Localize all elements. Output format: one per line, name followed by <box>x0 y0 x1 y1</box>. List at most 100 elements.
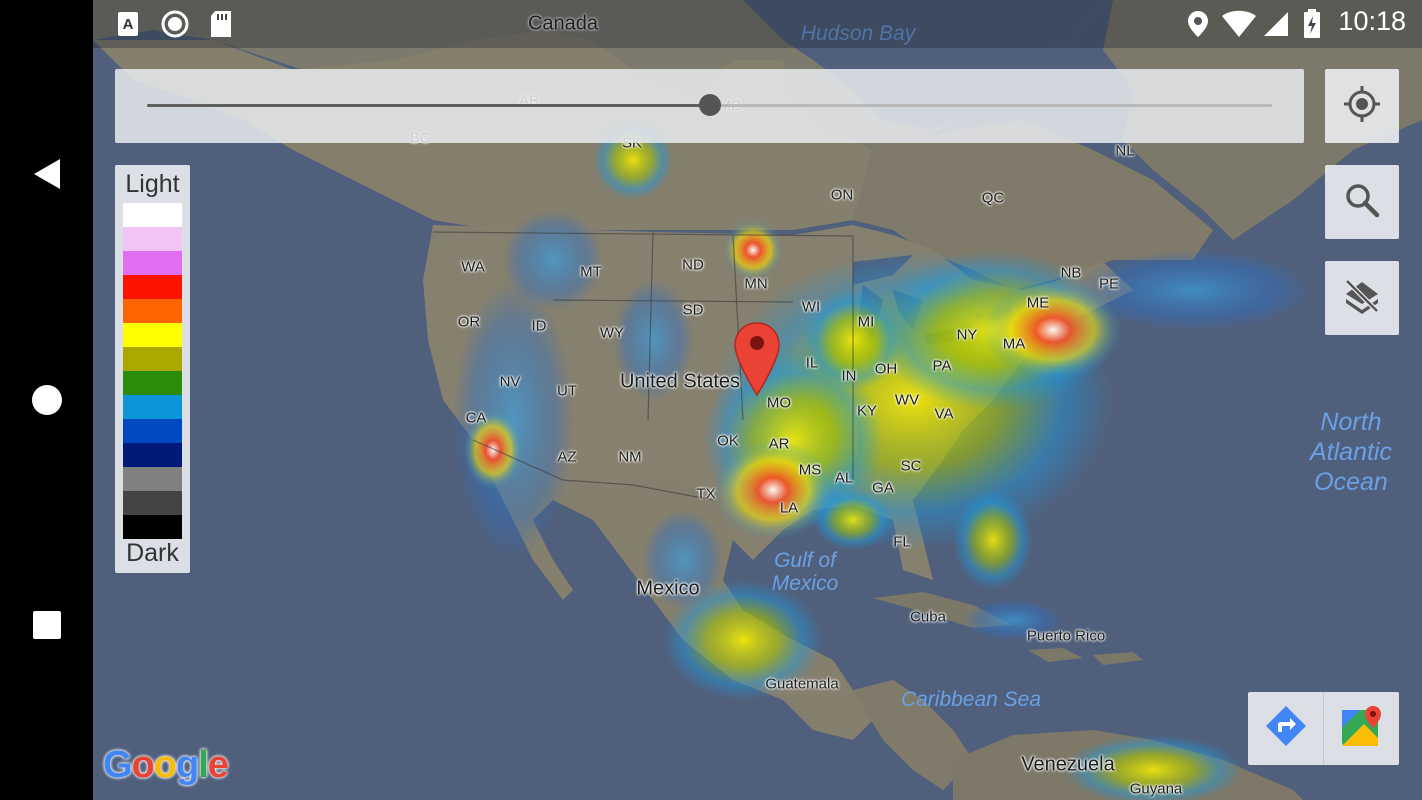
status-bar: A 10:18 <box>93 0 1422 48</box>
search-button[interactable] <box>1325 165 1399 239</box>
map-label: ND <box>682 256 704 274</box>
google-logo-letter: g <box>176 744 199 786</box>
legend-swatch <box>123 467 182 491</box>
map-label: MO <box>766 394 792 412</box>
map-toolbar <box>1248 692 1399 765</box>
a-font-letter: A <box>123 16 134 33</box>
map-label: NY <box>956 326 978 344</box>
wifi-icon <box>1221 10 1257 38</box>
location-pin-icon <box>1187 10 1209 38</box>
google-logo: Google <box>103 744 229 787</box>
directions-icon <box>1264 704 1308 753</box>
system-navigation-bar <box>0 0 93 800</box>
map-label: ON <box>830 186 854 204</box>
map-label: United States <box>619 370 741 393</box>
home-icon[interactable] <box>26 379 68 421</box>
legend-swatches <box>123 203 182 539</box>
recents-icon[interactable] <box>26 604 68 646</box>
cell-signal-icon <box>1263 10 1289 38</box>
map-label: PE <box>1098 275 1120 293</box>
google-logo-letter: G <box>103 744 133 786</box>
map-label: TX <box>696 485 716 503</box>
map-label: KY <box>856 402 878 420</box>
legend-swatch <box>123 515 182 539</box>
legend-bottom-label: Dark <box>126 539 179 567</box>
map-label: SC <box>900 457 922 475</box>
legend-swatch <box>123 371 182 395</box>
google-logo-letter: e <box>207 744 229 786</box>
legend-swatch <box>123 443 182 467</box>
google-logo-letter: o <box>131 744 155 786</box>
map-label: OH <box>874 360 898 378</box>
map-label: QC <box>981 189 1005 207</box>
map-label: Guatemala <box>765 675 839 693</box>
layers-off-icon <box>1342 276 1382 321</box>
map-label: AZ <box>557 448 577 466</box>
map-label: SD <box>682 301 704 319</box>
legend-swatch <box>123 203 182 227</box>
legend-swatch <box>123 395 182 419</box>
map-label: North Atlantic Ocean <box>1310 407 1392 497</box>
map-label: MN <box>744 275 768 293</box>
open-google-maps-button[interactable] <box>1323 692 1399 765</box>
map-label: OR <box>457 313 481 331</box>
map-label: WI <box>801 298 821 316</box>
slider-track[interactable] <box>147 94 1272 116</box>
ocean-label-line: Atlantic <box>1310 438 1392 466</box>
map-label: UT <box>557 382 577 400</box>
map-label: CA <box>465 409 487 427</box>
map-label: Mexico <box>636 577 700 600</box>
map-label: NM <box>618 448 642 466</box>
map-label: WY <box>599 324 625 342</box>
time-slider-panel <box>115 69 1304 143</box>
map-label: VA <box>934 405 954 423</box>
legend-swatch <box>123 275 182 299</box>
map-label: Venezuela <box>1021 753 1115 776</box>
legend-swatch <box>123 251 182 275</box>
map-label: NL <box>1115 142 1135 160</box>
map-label: GA <box>872 479 894 497</box>
my-location-button[interactable] <box>1325 69 1399 143</box>
map-label: IL <box>805 354 819 372</box>
map-label: LA <box>779 499 799 517</box>
legend-swatch <box>123 227 182 251</box>
directions-button[interactable] <box>1248 692 1323 765</box>
google-maps-icon <box>1340 704 1384 753</box>
light-legend: Light Dark <box>115 165 190 573</box>
map-label: Guyana <box>1129 780 1183 798</box>
my-location-icon <box>1342 84 1382 129</box>
slider-thumb[interactable] <box>698 94 721 116</box>
legend-swatch <box>123 347 182 371</box>
map-label: OK <box>717 432 739 450</box>
map-label: IN <box>841 367 857 385</box>
map-label: MT <box>580 263 602 281</box>
layers-toggle-button[interactable] <box>1325 261 1399 335</box>
slider-fill <box>147 104 710 107</box>
map-label: Cuba <box>910 608 946 626</box>
map-label: WV <box>894 391 920 409</box>
map-label: AR <box>768 435 790 453</box>
map-label: Gulf of Mexico <box>771 549 839 595</box>
map-label: ME <box>1026 294 1050 312</box>
map-label: MI <box>857 313 875 331</box>
a-font-icon: A <box>117 10 139 38</box>
map-label: ID <box>531 317 547 335</box>
google-logo-letter: o <box>153 744 177 786</box>
map-label: AL <box>834 469 854 487</box>
legend-swatch <box>123 323 182 347</box>
legend-top-label: Light <box>125 170 180 198</box>
back-icon[interactable] <box>26 153 68 195</box>
map-label: Puerto Rico <box>1026 627 1106 645</box>
ocean-label-line: Ocean <box>1314 468 1388 496</box>
map-label: NV <box>499 373 521 391</box>
sd-card-icon <box>209 10 233 38</box>
legend-swatch <box>123 491 182 515</box>
google-logo-letter: l <box>198 744 209 786</box>
legend-swatch <box>123 299 182 323</box>
status-clock: 10:18 <box>1338 6 1406 36</box>
map-label: PA <box>932 357 952 375</box>
ocean-label-line: North <box>1320 408 1382 436</box>
legend-swatch <box>123 419 182 443</box>
map-label: MS <box>798 461 822 479</box>
map-label: FL <box>893 533 911 551</box>
